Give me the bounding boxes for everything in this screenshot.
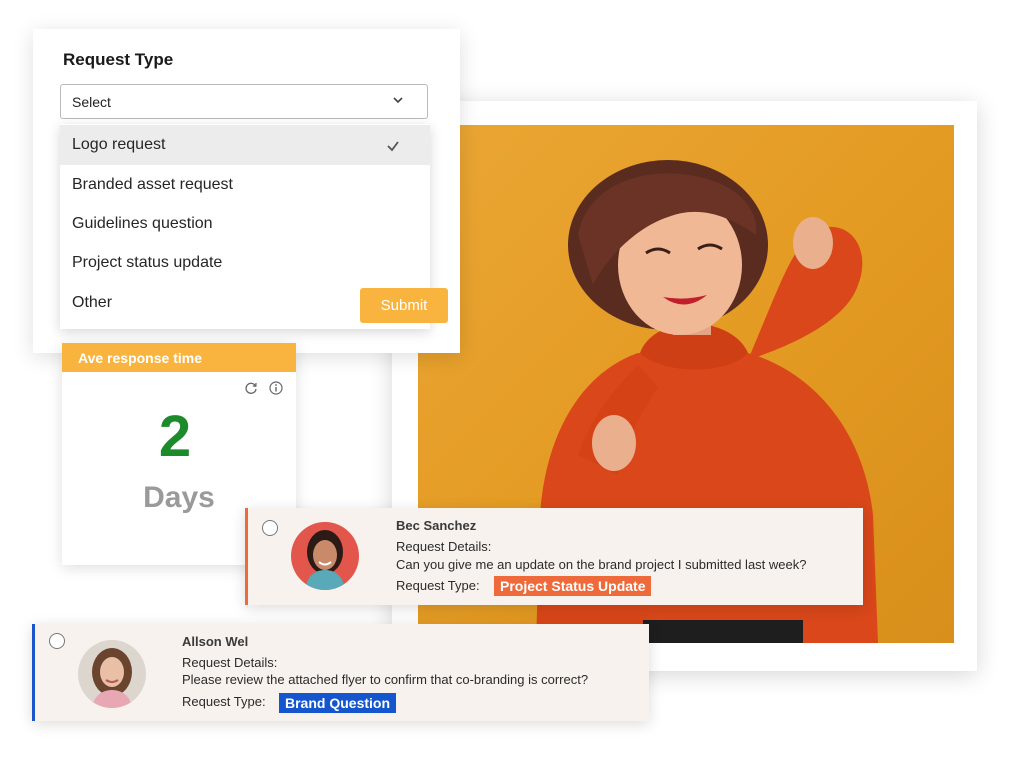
request-type-title: Request Type xyxy=(63,50,174,69)
details-label: Request Details: xyxy=(396,539,492,554)
option-label: Other xyxy=(72,294,113,311)
metric-title: Ave response time xyxy=(78,350,202,366)
avatar xyxy=(78,640,146,708)
option-logo-request[interactable]: Logo request xyxy=(60,125,430,165)
request-type-dropdown: Logo request Branded asset request Guide… xyxy=(60,124,448,329)
submit-button[interactable]: Submit xyxy=(360,288,448,323)
request-type-card: Request Type Select Logo request Branded… xyxy=(33,29,460,353)
request-item[interactable]: Allson Wel Request Details: Please revie… xyxy=(32,624,649,721)
avatar xyxy=(291,522,359,590)
option-label: Project status update xyxy=(72,254,223,271)
option-project-status-update[interactable]: Project status update xyxy=(60,243,430,283)
details-label: Request Details: xyxy=(182,655,278,670)
request-radio[interactable] xyxy=(262,520,278,536)
option-branded-asset-request[interactable]: Branded asset request xyxy=(60,165,430,205)
chevron-down-icon xyxy=(393,97,403,104)
details-text: Can you give me an update on the brand p… xyxy=(396,557,807,572)
details-text: Please review the attached flyer to conf… xyxy=(182,672,589,687)
option-label: Logo request xyxy=(72,136,166,153)
checkmark-icon xyxy=(387,141,399,152)
option-guidelines-question[interactable]: Guidelines question xyxy=(60,204,430,244)
type-label: Request Type: xyxy=(396,578,480,593)
metric-value: 2 xyxy=(158,404,192,469)
requester-name: Allson Wel xyxy=(182,634,249,649)
request-radio[interactable] xyxy=(49,633,65,649)
option-label: Branded asset request xyxy=(72,176,233,193)
request-type-select[interactable]: Select xyxy=(60,84,428,119)
request-type-badge: Project Status Update xyxy=(494,576,652,596)
refresh-icon[interactable] xyxy=(244,381,258,395)
type-label: Request Type: xyxy=(182,694,266,709)
request-item[interactable]: Bec Sanchez Request Details: Can you giv… xyxy=(245,508,863,605)
option-label: Guidelines question xyxy=(72,215,213,232)
request-type-badge: Brand Question xyxy=(279,693,397,713)
metric-header: Ave response time xyxy=(62,343,296,372)
info-icon[interactable] xyxy=(269,381,283,395)
requester-name: Bec Sanchez xyxy=(396,518,477,533)
select-value: Select xyxy=(72,94,111,110)
